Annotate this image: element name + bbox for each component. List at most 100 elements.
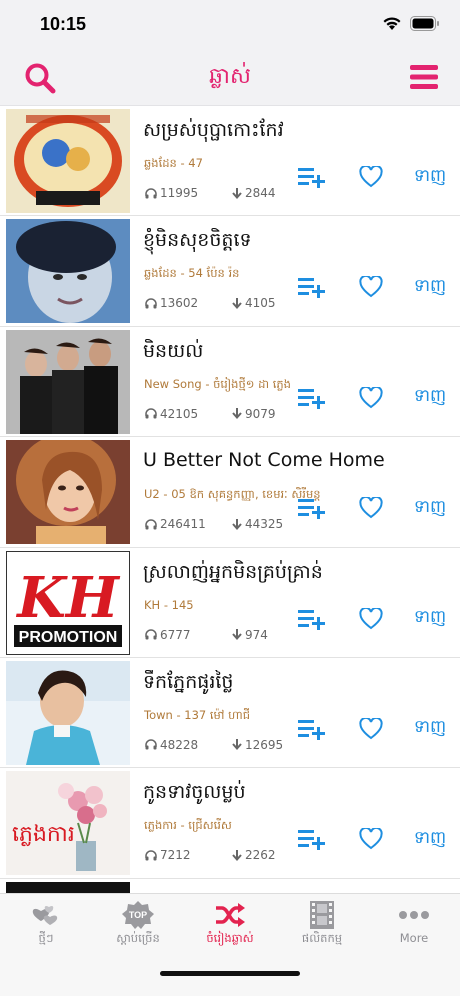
listen-count-value: 7212 — [160, 848, 191, 863]
song-meta: ឆ្លងដែន - 47 — [144, 156, 203, 170]
add-to-playlist-button[interactable] — [297, 606, 327, 632]
download-count-value: 2262 — [245, 848, 276, 863]
wedding-text: ភ្លេងការ — [12, 822, 75, 847]
download-count: 2844 — [232, 186, 276, 200]
album-cover-image — [6, 660, 130, 765]
download-button[interactable]: ទាញ — [412, 385, 448, 411]
song-row[interactable]: សម្រស់បុប្ផាកោះកែវ ឆ្លងដែន - 47 11995 28… — [0, 106, 460, 217]
playlist-add-icon — [298, 719, 325, 740]
download-button[interactable]: ទាញ — [412, 495, 448, 521]
headphones-icon — [145, 187, 157, 198]
favorite-button[interactable] — [358, 274, 384, 300]
download-count: 12695 — [232, 738, 283, 752]
download-button[interactable]: ទាញ — [412, 274, 448, 300]
listen-count-value: 48228 — [160, 737, 199, 752]
song-title: ស្រលាញ់អ្នកមិនគ្រប់គ្រាន់ — [143, 560, 323, 583]
playlist-add-icon — [298, 609, 325, 630]
kh-logo-text: KH — [15, 565, 121, 631]
favorite-button[interactable] — [358, 826, 384, 852]
favorite-button[interactable] — [358, 716, 384, 742]
album-cover-image: KH PROMOTION — [6, 550, 130, 655]
battery-icon — [410, 16, 440, 35]
hamburger-menu-icon — [410, 65, 438, 89]
download-count-value: 4105 — [245, 296, 276, 311]
listen-count-value: 246411 — [160, 517, 206, 532]
tab-shuffle[interactable]: ចំរៀងឆ្លាស់ — [184, 894, 276, 953]
navigation-bar: ឆ្លាស់ — [0, 48, 460, 106]
listen-count-value: 11995 — [160, 186, 199, 200]
headphones-icon — [145, 629, 157, 640]
favorite-button[interactable] — [358, 385, 384, 411]
song-list[interactable]: សម្រស់បុប្ផាកោះកែវ ឆ្លងដែន - 47 11995 28… — [0, 106, 460, 893]
heart-outline-icon — [359, 717, 383, 740]
song-row[interactable]: ទឹកភ្នែកផូរថ្លៃ Town - 137 ម៉ៅ ហាជី 4822… — [0, 658, 460, 769]
album-cover-image — [6, 109, 130, 213]
album-cover-image — [6, 219, 130, 324]
song-title: សម្រស់បុប្ផាកោះកែវ — [143, 119, 284, 141]
home-indicator-area — [0, 953, 460, 996]
download-arrow-icon — [232, 849, 242, 861]
listen-count: 13602 — [145, 296, 198, 310]
song-row[interactable]: U Better Not Come Home U2 - 05 ឱក សុគន្ធ… — [0, 437, 460, 548]
listen-count: 7212 — [145, 848, 191, 862]
playlist-add-icon — [298, 830, 325, 851]
status-icons — [382, 16, 440, 35]
tab-production[interactable]: ផលិតកម្ម — [276, 894, 368, 953]
download-arrow-icon — [232, 739, 242, 751]
favorite-button[interactable] — [358, 495, 384, 521]
download-arrow-icon — [232, 297, 242, 309]
download-button[interactable]: ទាញ — [412, 606, 448, 632]
download-count-value: 12695 — [245, 737, 284, 752]
add-to-playlist-button[interactable] — [297, 274, 327, 300]
playlist-add-icon — [298, 168, 325, 188]
download-button[interactable]: ទាញ — [412, 716, 448, 742]
download-count: 974 — [232, 628, 268, 642]
heart-outline-icon — [359, 386, 383, 409]
song-title: U Better Not Come Home — [143, 449, 385, 472]
shuffle-icon — [214, 900, 246, 930]
download-count: 44325 — [232, 517, 283, 531]
download-arrow-icon — [232, 518, 242, 530]
top-badge-text: TOP — [129, 910, 147, 920]
download-arrow-icon — [232, 629, 242, 641]
kh-promotion-text: PROMOTION — [19, 629, 118, 646]
listen-count: 246411 — [145, 517, 206, 531]
download-arrow-icon — [232, 187, 242, 199]
menu-button[interactable] — [408, 62, 440, 92]
song-row[interactable]: ភ្លេងការ កូនទាវចូលម្លប់ ភ្លេងការ - ជ្រើស… — [0, 768, 460, 879]
listen-count-value: 13602 — [160, 296, 199, 311]
download-button[interactable]: ទាញ — [412, 826, 448, 852]
heart-outline-icon — [359, 497, 383, 519]
film-icon — [308, 900, 336, 930]
home-indicator[interactable] — [160, 971, 300, 976]
status-bar: 10:15 — [0, 0, 460, 48]
tab-most-played[interactable]: TOP ស្តាប់ច្រើន — [92, 894, 184, 953]
add-to-playlist-button[interactable] — [297, 385, 327, 411]
download-count-value: 2844 — [245, 186, 276, 200]
download-button[interactable]: ទាញ — [412, 164, 448, 190]
song-row[interactable]: KH PROMOTION ស្រលាញ់អ្នកមិនគ្រប់គ្រាន់ K… — [0, 548, 460, 658]
song-meta: ភ្លេងការ - ជ្រើសរើស — [144, 818, 232, 833]
song-row[interactable]: ខ្ញុំមិនសុខចិត្តទេ ឆ្លងដែន - 54 ប៉ែន រ៉ន… — [0, 216, 460, 327]
song-row[interactable]: មិនយល់ New Song - ចំរៀងថ្មី១ ដា ភ្លេង 42… — [0, 327, 460, 438]
download-count-value: 9079 — [245, 406, 276, 421]
download-count: 9079 — [232, 407, 276, 421]
add-to-playlist-button[interactable] — [297, 826, 327, 852]
song-title: មិនយល់ — [143, 339, 204, 362]
add-to-playlist-button[interactable] — [297, 716, 327, 742]
tab-more[interactable]: More — [368, 894, 460, 953]
favorite-button[interactable] — [358, 164, 384, 190]
tab-label: ថ្មីៗ — [38, 931, 54, 945]
more-dots-icon — [398, 900, 430, 930]
tab-new[interactable]: ថ្មីៗ — [0, 894, 92, 953]
add-to-playlist-button[interactable] — [297, 164, 327, 190]
tab-label: More — [399, 931, 429, 945]
song-meta: New Song - ចំរៀងថ្មី១ ដា ភ្លេង — [144, 376, 291, 391]
album-cover-image — [6, 440, 130, 545]
add-to-playlist-button[interactable] — [297, 495, 327, 521]
playlist-add-icon — [298, 499, 325, 520]
favorite-button[interactable] — [358, 606, 384, 632]
listen-count: 6777 — [145, 628, 191, 642]
song-row-partial[interactable] — [0, 879, 460, 893]
download-arrow-icon — [232, 408, 242, 420]
